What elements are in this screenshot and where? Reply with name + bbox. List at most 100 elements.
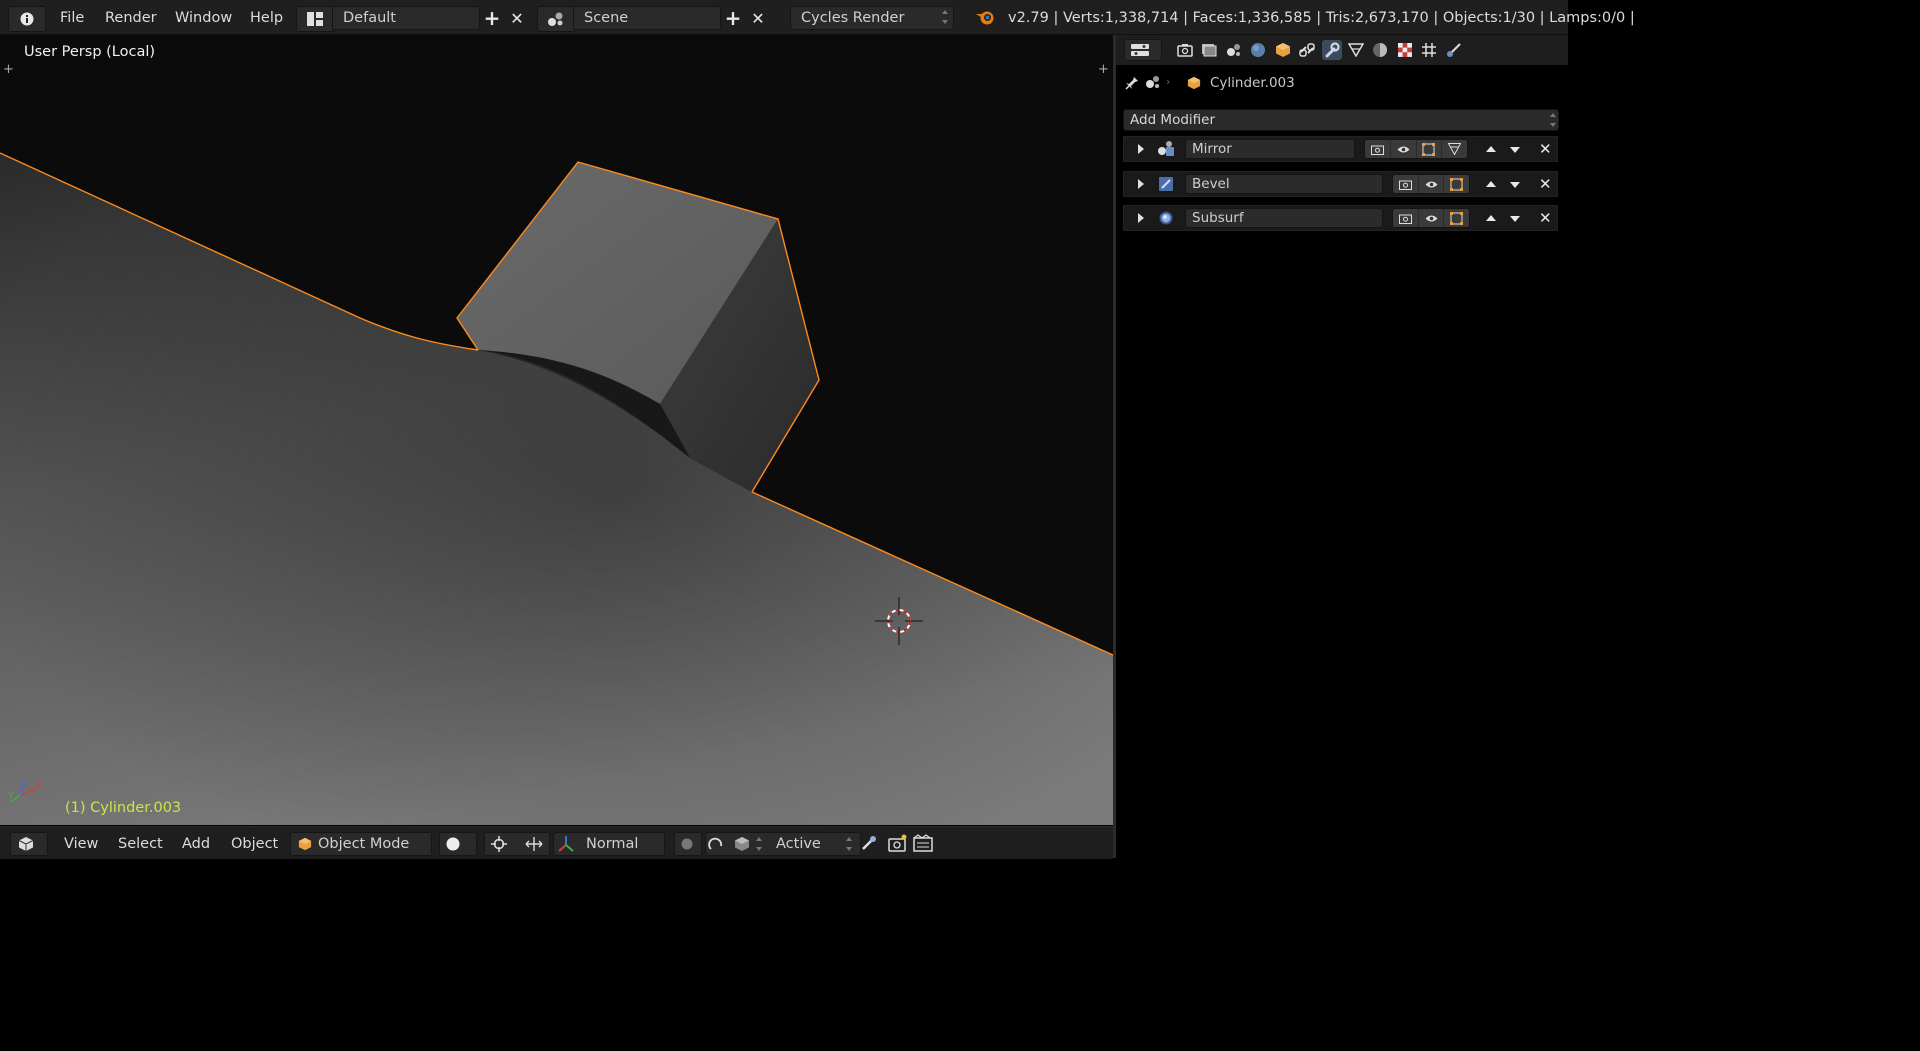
proportional-edit-icon[interactable] (708, 836, 724, 852)
render-animation-icon[interactable] (913, 834, 933, 852)
camera-icon (1370, 145, 1384, 155)
editmode-toggle[interactable] (1417, 140, 1443, 158)
scene-icon (548, 12, 563, 26)
viewport-toggle[interactable] (1419, 209, 1445, 227)
editmode-toggle[interactable] (1444, 209, 1469, 227)
pivot-point-icon (491, 836, 507, 852)
add-screen-button[interactable]: + (482, 6, 502, 30)
editmode-icon (1450, 177, 1464, 191)
screen-layout-field[interactable]: Default (332, 6, 480, 30)
mode-dropdown[interactable]: Object Mode (290, 832, 432, 856)
move-up-button[interactable] (1486, 146, 1496, 152)
render-camera-icon[interactable] (888, 834, 908, 852)
modifier-name-field[interactable]: Mirror (1185, 139, 1355, 159)
3d-viewport[interactable]: + + User Persp (Local) X Z Y (1) Cylinde… (0, 35, 1113, 825)
cage-icon (1448, 143, 1462, 155)
viewport-shading-dropdown[interactable] (439, 832, 477, 856)
object-mode-icon (298, 837, 312, 851)
remove-modifier-button[interactable]: ✕ (1539, 211, 1552, 226)
tab-world[interactable] (1248, 40, 1268, 60)
scene-browse-button[interactable] (537, 6, 575, 32)
solid-shading-icon (446, 837, 460, 851)
tab-constraints[interactable] (1297, 40, 1317, 60)
tab-render[interactable] (1175, 40, 1195, 60)
modifier-name-field[interactable]: Subsurf (1185, 208, 1383, 228)
editmode-toggle[interactable] (1444, 175, 1469, 193)
render-toggle[interactable] (1393, 209, 1419, 227)
plus-icon: + (483, 6, 501, 30)
move-down-button[interactable] (1510, 182, 1520, 188)
pivot-point-dropdown[interactable] (484, 832, 550, 856)
menu-window[interactable]: Window (175, 0, 232, 34)
updown-icon (756, 836, 763, 852)
viewport-scene: + + (0, 35, 1113, 825)
render-layers-icon (1202, 44, 1217, 57)
delete-scene-button[interactable]: ✕ (747, 6, 769, 30)
expand-arrow-icon[interactable] (1138, 144, 1144, 154)
tab-data[interactable] (1346, 40, 1366, 60)
mode-label: Object Mode (318, 836, 410, 852)
pin-icon[interactable] (1125, 76, 1139, 90)
tab-particles[interactable] (1419, 40, 1439, 60)
info-editor-type-button[interactable] (8, 6, 46, 32)
material-icon (1373, 43, 1387, 57)
wrench-icon (1325, 42, 1340, 58)
camera-icon (1398, 214, 1412, 224)
blender-logo-icon (976, 11, 994, 25)
move-up-button[interactable] (1486, 181, 1496, 187)
viewport-toggle[interactable] (1419, 175, 1445, 193)
render-toggle[interactable] (1393, 175, 1419, 193)
menu-object[interactable]: Object (231, 827, 278, 859)
editor-type-button[interactable] (10, 832, 48, 856)
add-modifier-dropdown[interactable]: Add Modifier (1123, 109, 1559, 131)
menu-render[interactable]: Render (105, 0, 157, 34)
viewport-toggle[interactable] (1391, 140, 1417, 158)
opengl-render-icon[interactable] (860, 834, 878, 852)
screen-layout-browse-button[interactable] (296, 6, 334, 32)
close-icon: ✕ (751, 8, 765, 28)
delete-screen-button[interactable]: ✕ (506, 6, 528, 30)
menu-select[interactable]: Select (118, 827, 163, 859)
menu-view[interactable]: View (64, 827, 98, 859)
tab-scene[interactable] (1224, 40, 1244, 60)
expand-arrow-icon[interactable] (1138, 213, 1144, 223)
scene-stats: v2.79 | Verts:1,338,714 | Faces:1,336,58… (1008, 10, 1635, 26)
modifier-name-field[interactable]: Bevel (1185, 174, 1383, 194)
render-toggle[interactable] (1365, 140, 1391, 158)
modifier-panel-bevel: Bevel ✕ (1123, 171, 1558, 197)
transform-orientation-dropdown[interactable]: Normal (553, 832, 665, 856)
modifier-toggles (1392, 174, 1470, 194)
eye-icon (1397, 146, 1410, 152)
menu-file[interactable]: File (60, 0, 84, 34)
cage-toggle[interactable] (1442, 140, 1467, 158)
editor-type-button[interactable] (1124, 39, 1162, 61)
tab-material[interactable] (1370, 40, 1390, 60)
screen-layout-icon (307, 12, 323, 26)
remove-modifier-button[interactable]: ✕ (1539, 177, 1552, 192)
particles-icon (1422, 43, 1436, 57)
properties-editor-icon (1131, 44, 1149, 56)
tab-physics[interactable] (1444, 40, 1464, 60)
axis-y-label: Y (8, 791, 15, 802)
move-down-button[interactable] (1510, 147, 1520, 153)
tab-modifiers[interactable] (1322, 40, 1342, 60)
scene-field[interactable]: Scene (573, 6, 721, 30)
tab-object[interactable] (1273, 40, 1293, 60)
tab-render-layers[interactable] (1199, 40, 1219, 60)
snap-element-icon[interactable] (734, 836, 750, 852)
remove-modifier-button[interactable]: ✕ (1539, 142, 1552, 157)
pivot-label: Active (776, 836, 821, 852)
svg-text:+: + (1098, 62, 1109, 77)
menu-add[interactable]: Add (182, 827, 210, 859)
move-down-button[interactable] (1510, 216, 1520, 222)
tab-texture[interactable] (1395, 40, 1415, 60)
move-up-button[interactable] (1486, 215, 1496, 221)
add-scene-button[interactable]: + (723, 6, 743, 30)
axis-manipulator-icon (558, 836, 574, 852)
render-engine-dropdown[interactable]: Cycles Render (790, 6, 954, 30)
menu-help[interactable]: Help (250, 0, 283, 34)
svg-text:+: + (3, 62, 14, 77)
layer-toggle[interactable] (674, 832, 702, 856)
camera-icon (1398, 180, 1412, 190)
expand-arrow-icon[interactable] (1138, 179, 1144, 189)
